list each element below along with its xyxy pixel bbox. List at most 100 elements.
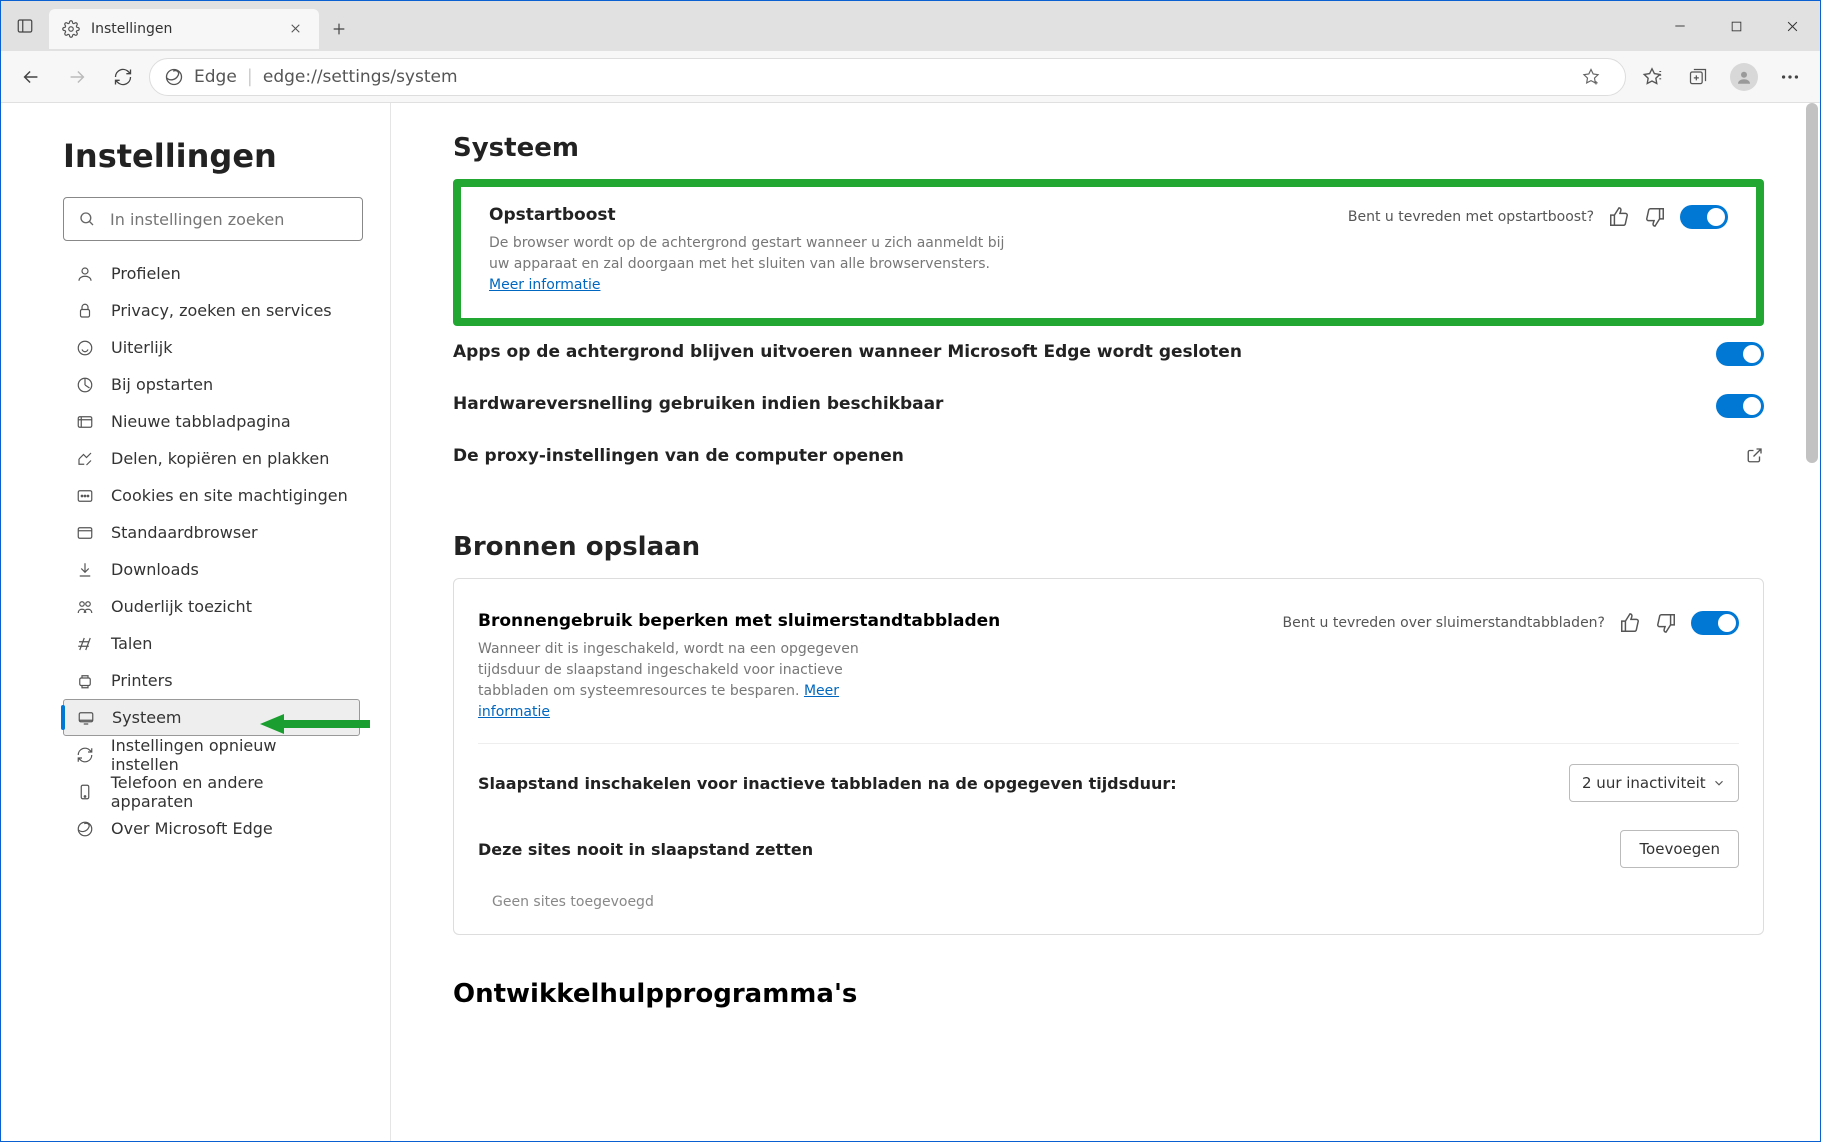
profile-button[interactable] [1724, 57, 1764, 97]
sidebar-title: Instellingen [63, 137, 360, 175]
family-icon [75, 598, 95, 616]
settings-search-input[interactable] [110, 210, 348, 229]
sidebar-item-label: Printers [111, 671, 173, 690]
tab-actions-icon [16, 17, 34, 35]
more-button[interactable] [1770, 57, 1810, 97]
sidebar-item-label: Over Microsoft Edge [111, 819, 273, 838]
refresh-button[interactable] [103, 57, 143, 97]
power-icon [75, 376, 95, 394]
toolbar: Edge | edge://settings/system [1, 51, 1820, 103]
sidebar-item-uiterlijk[interactable]: Uiterlijk [63, 329, 360, 366]
browser-icon [75, 524, 95, 542]
back-button[interactable] [11, 57, 51, 97]
add-site-button[interactable]: Toevoegen [1620, 830, 1739, 868]
sidebar-item-label: Standaardbrowser [111, 523, 258, 542]
favorites-button[interactable] [1632, 57, 1672, 97]
tab-title: Instellingen [91, 21, 279, 37]
window-controls [1652, 1, 1820, 51]
sleep-timeout-select[interactable]: 2 uur inactiviteit [1569, 764, 1739, 802]
forward-button [57, 57, 97, 97]
sidebar-item-over-microsoft-edge[interactable]: Over Microsoft Edge [63, 810, 360, 847]
arrow-left-icon [20, 66, 42, 88]
sidebar-item-downloads[interactable]: Downloads [63, 551, 360, 588]
collections-button[interactable] [1678, 57, 1718, 97]
sleep-timeout-label: Slaapstand inschakelen voor inactieve ta… [478, 774, 1177, 793]
scrollbar[interactable] [1804, 103, 1818, 1141]
sidebar-item-standaardbrowser[interactable]: Standaardbrowser [63, 514, 360, 551]
close-icon [1785, 19, 1800, 34]
thumbs-down-button[interactable] [1655, 612, 1677, 634]
background-apps-label: Apps op de achtergrond blijven uitvoeren… [453, 342, 1698, 362]
minimize-icon [1673, 19, 1687, 33]
search-icon [78, 210, 96, 228]
sidebar-item-systeem[interactable]: Systeem [63, 699, 360, 736]
startup-boost-toggle[interactable] [1680, 205, 1728, 229]
sidebar-item-label: Cookies en site machtigingen [111, 486, 348, 505]
sidebar-item-label: Delen, kopiëren en plakken [111, 449, 329, 468]
background-apps-toggle[interactable] [1716, 342, 1764, 366]
startup-boost-title: Opstartboost [489, 205, 1330, 225]
browser-window: Instellingen Edge | edge://settings/syst… [1, 1, 1820, 1141]
sidebar-item-delen-kopi-ren-en-plakken[interactable]: Delen, kopiëren en plakken [63, 440, 360, 477]
proxy-settings-label: De proxy-instellingen van de computer op… [453, 446, 1728, 466]
external-link-icon [1746, 446, 1764, 464]
plus-icon [331, 21, 347, 37]
settings-main: Systeem Opstartboost De browser wordt op… [391, 103, 1820, 1141]
never-sleep-label: Deze sites nooit in slaapstand zetten [478, 840, 813, 859]
maximize-button[interactable] [1708, 1, 1764, 51]
sidebar-item-label: Privacy, zoeken en services [111, 301, 332, 320]
addr-scheme-label: Edge [194, 67, 237, 87]
sidebar-item-profielen[interactable]: Profielen [63, 255, 360, 292]
language-icon [75, 635, 95, 653]
sidebar-item-cookies-en-site-machtigingen[interactable]: Cookies en site machtigingen [63, 477, 360, 514]
thumbs-up-button[interactable] [1619, 612, 1641, 634]
maximize-icon [1730, 20, 1743, 33]
browser-tab[interactable]: Instellingen [49, 9, 319, 49]
thumbs-down-button[interactable] [1644, 206, 1666, 228]
proxy-settings-row[interactable]: De proxy-instellingen van de computer op… [453, 434, 1764, 486]
sidebar-item-telefoon-en-andere-apparaten[interactable]: Telefoon en andere apparaten [63, 773, 360, 810]
close-window-button[interactable] [1764, 1, 1820, 51]
star-plus-icon [1581, 67, 1601, 87]
sidebar-item-ouderlijk-toezicht[interactable]: Ouderlijk toezicht [63, 588, 360, 625]
thumbs-down-icon [1655, 612, 1677, 634]
thumbs-up-icon [1608, 206, 1630, 228]
hardware-accel-label: Hardwareversnelling gebruiken indien bes… [453, 394, 1698, 414]
new-tab-button[interactable] [319, 9, 359, 49]
reset-icon [75, 746, 95, 764]
settings-sidebar: Instellingen Profielen Privacy, zoeken en… [1, 103, 391, 1141]
sidebar-item-instellingen-opnieuw-instellen[interactable]: Instellingen opnieuw instellen [63, 736, 360, 773]
sleeping-tabs-title: Bronnengebruik beperken met sluimerstand… [478, 611, 1283, 631]
scrollbar-thumb[interactable] [1806, 103, 1818, 463]
minimize-button[interactable] [1652, 1, 1708, 51]
sidebar-item-nieuwe-tabbladpagina[interactable]: Nieuwe tabbladpagina [63, 403, 360, 440]
edge-icon [75, 820, 95, 838]
newtab-icon [75, 413, 95, 431]
sidebar-item-printers[interactable]: Printers [63, 662, 360, 699]
download-icon [75, 561, 95, 579]
more-icon [1779, 66, 1801, 88]
address-bar[interactable]: Edge | edge://settings/system [149, 58, 1626, 96]
sleeping-tabs-card: Bronnengebruik beperken met sluimerstand… [453, 578, 1764, 935]
tab-actions-button[interactable] [1, 1, 49, 51]
sidebar-item-talen[interactable]: Talen [63, 625, 360, 662]
appearance-icon [75, 339, 95, 357]
sleeping-tabs-toggle[interactable] [1691, 611, 1739, 635]
settings-search-box[interactable] [63, 197, 363, 241]
lock-icon [75, 302, 95, 320]
gear-icon [61, 19, 81, 39]
collections-icon [1688, 67, 1708, 87]
hardware-accel-toggle[interactable] [1716, 394, 1764, 418]
sidebar-item-privacy-zoeken-en-services[interactable]: Privacy, zoeken en services [63, 292, 360, 329]
titlebar: Instellingen [1, 1, 1820, 51]
arrow-right-icon [66, 66, 88, 88]
favorite-button[interactable] [1571, 57, 1611, 97]
section-devtools-title: Ontwikkelhulpprogramma's [453, 979, 1764, 1009]
sleeping-tabs-desc: Wanneer dit is ingeschakeld, wordt na ee… [478, 639, 898, 723]
sidebar-item-bij-opstarten[interactable]: Bij opstarten [63, 366, 360, 403]
thumbs-up-icon [1619, 612, 1641, 634]
startup-boost-learn-more-link[interactable]: Meer informatie [489, 277, 601, 293]
star-lines-icon [1641, 66, 1663, 88]
thumbs-up-button[interactable] [1608, 206, 1630, 228]
close-tab-button[interactable] [289, 22, 307, 35]
